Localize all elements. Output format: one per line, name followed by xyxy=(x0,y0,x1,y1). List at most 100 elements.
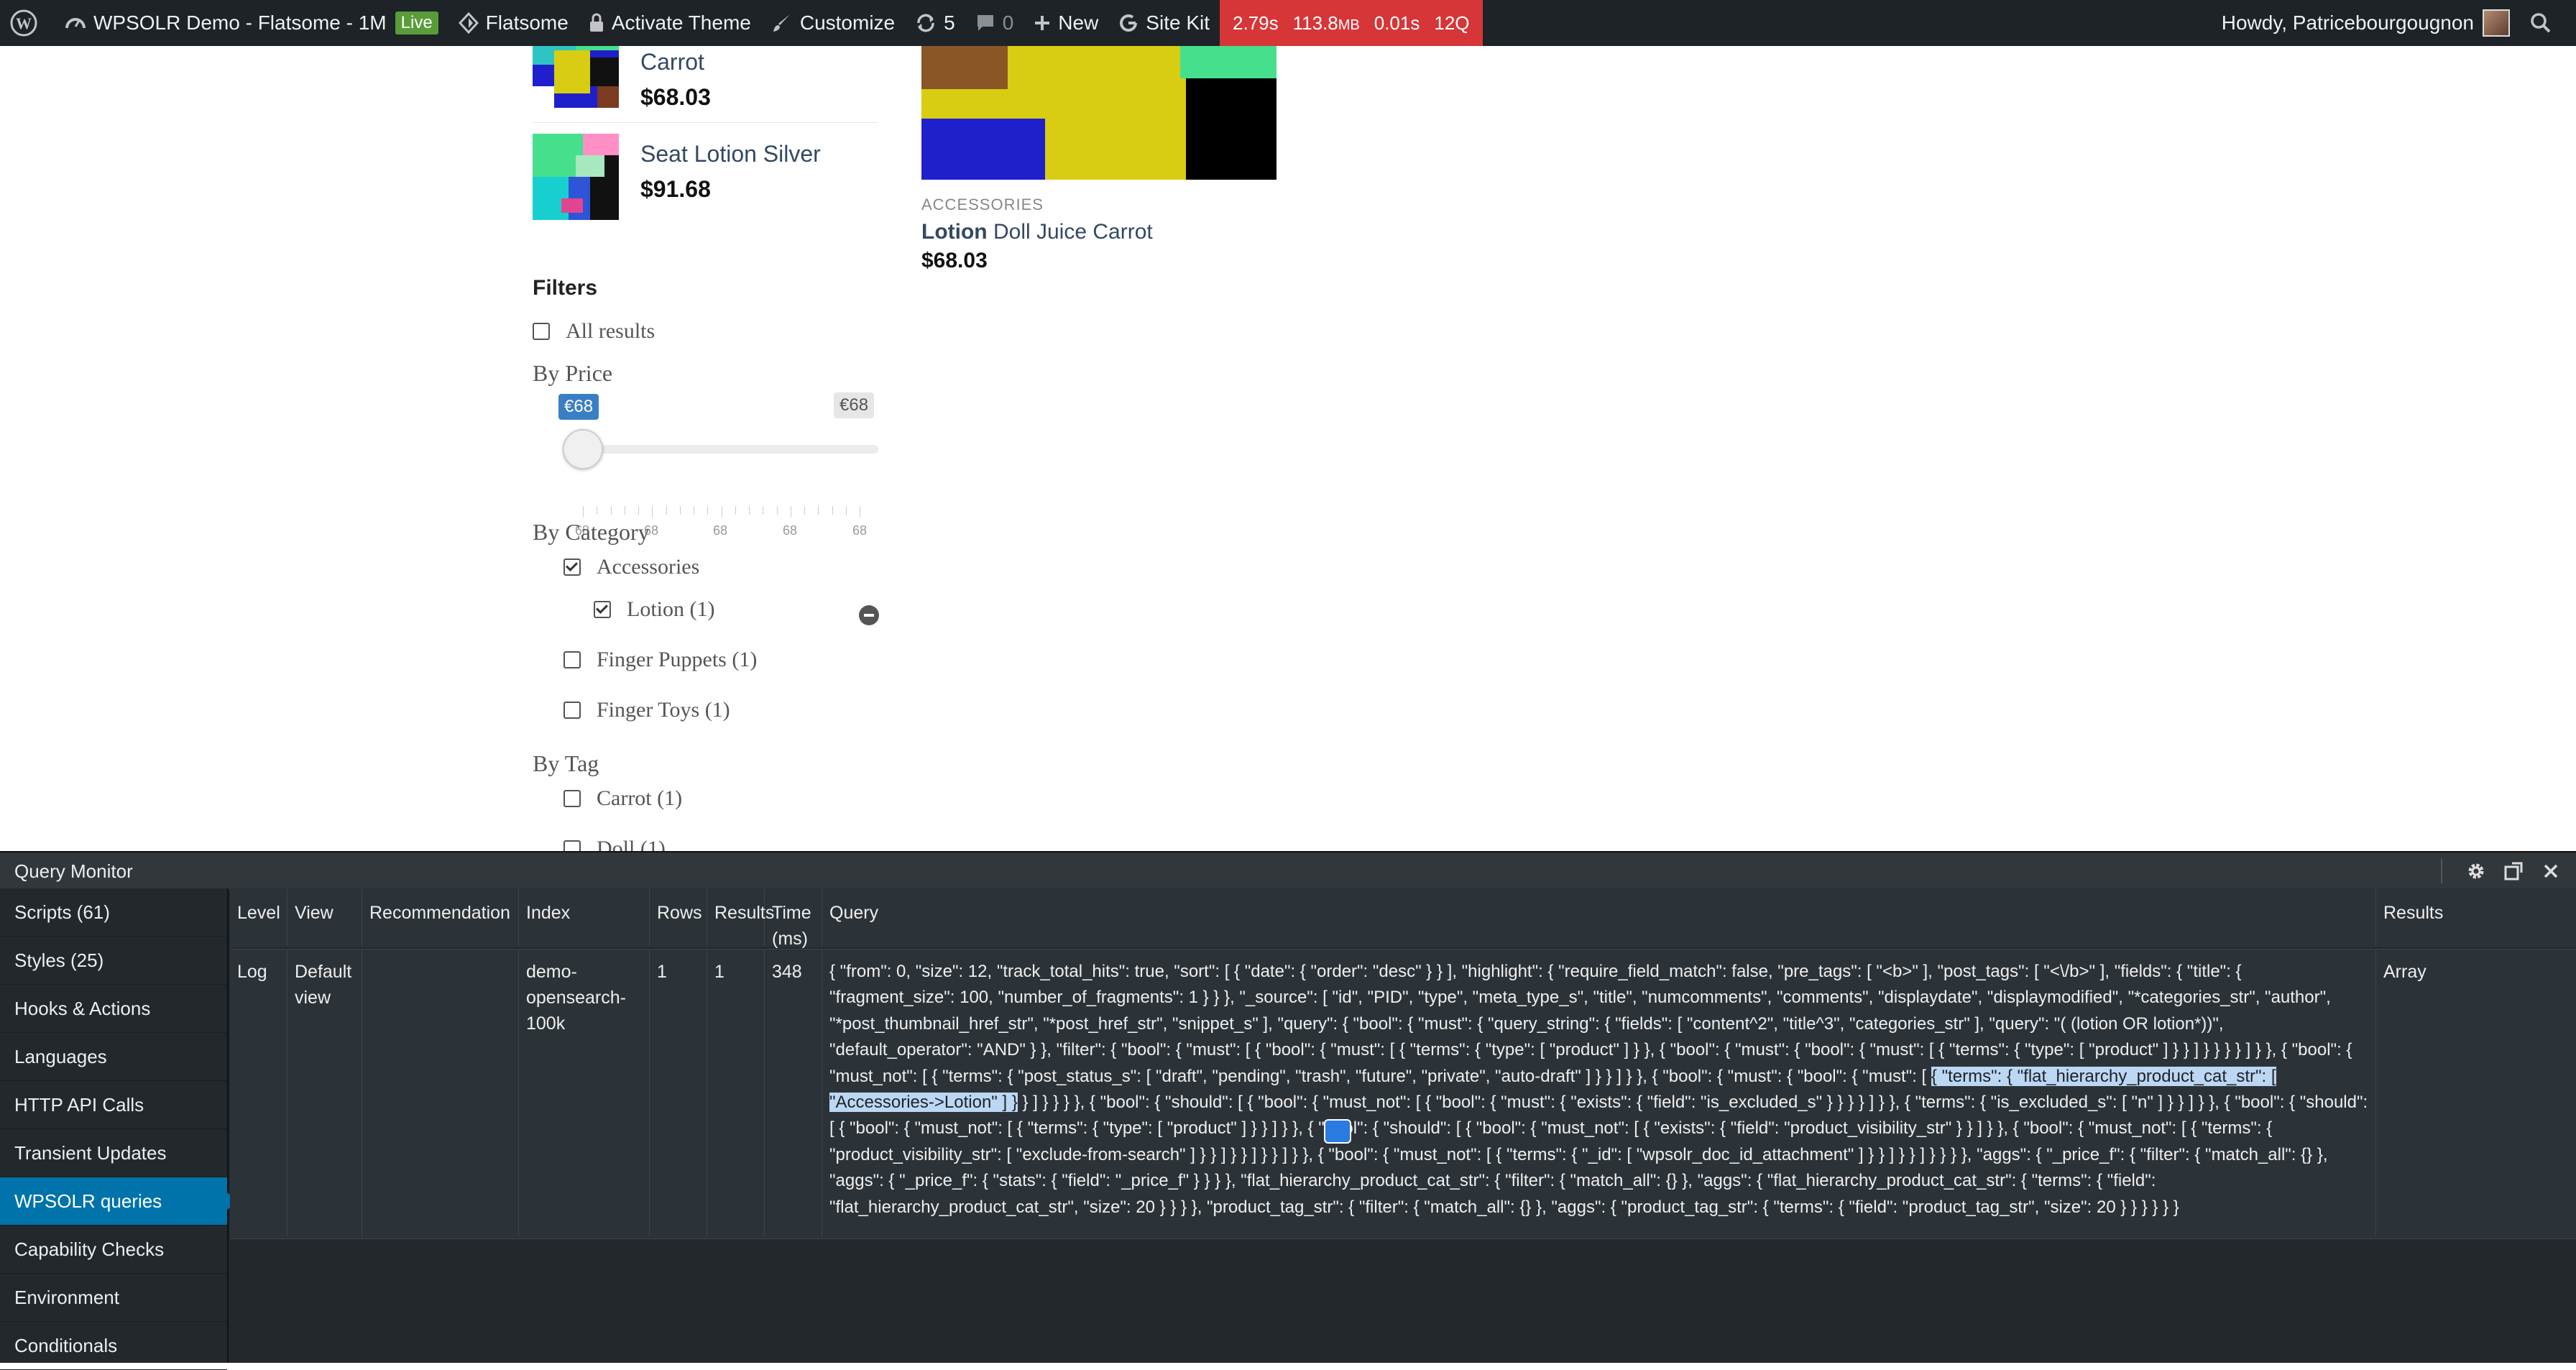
updates-link[interactable]: 5 xyxy=(905,0,965,46)
product-name[interactable]: Lotion Doll Juice Carrot xyxy=(921,220,1153,244)
tag-checkbox-carrot[interactable]: Carrot (1) xyxy=(564,786,682,811)
theme-label: Flatsome xyxy=(485,12,569,34)
theme-link[interactable]: Flatsome xyxy=(448,0,579,46)
howdy-label: Howdy, Patricebourgougnon xyxy=(2221,12,2474,34)
checkbox[interactable] xyxy=(564,790,581,807)
activate-theme-link[interactable]: Activate Theme xyxy=(579,0,761,46)
cell-time: 348 xyxy=(765,949,822,1236)
column-header-rows[interactable]: Rows xyxy=(650,888,707,946)
tick-label: 68 xyxy=(783,523,798,538)
query-monitor-perf-button[interactable]: 2.79s 113.8MB 0.01s 12Q xyxy=(1220,0,1483,46)
slider-tick xyxy=(845,506,847,515)
category-checkbox-finger-toys[interactable]: Finger Toys (1) xyxy=(564,698,730,722)
site-kit-link[interactable]: Site Kit xyxy=(1108,0,1220,46)
nav-item-environment[interactable]: Environment xyxy=(0,1274,227,1322)
search-button[interactable] xyxy=(2520,0,2576,46)
column-header-results-value[interactable]: Results xyxy=(2376,888,2563,946)
product-thumbnail[interactable] xyxy=(921,46,1276,180)
slider-tick xyxy=(818,506,819,515)
price-slider-track[interactable] xyxy=(566,445,878,454)
perf-memory: 113.8MB xyxy=(1292,12,1360,34)
my-account-link[interactable]: Howdy, Patricebourgougnon xyxy=(2212,0,2520,46)
nav-item-hooks[interactable]: Hooks & Actions xyxy=(0,985,227,1033)
pop-out-icon[interactable] xyxy=(2503,860,2524,882)
customize-label: Customize xyxy=(799,12,896,34)
lock-icon xyxy=(589,13,604,33)
customize-link[interactable]: Customize xyxy=(761,0,905,46)
wordpress-logo-button[interactable]: W xyxy=(0,0,55,46)
price-slider-handle[interactable] xyxy=(563,429,603,469)
cell-query[interactable]: { "from": 0, "size": 12, "track_total_hi… xyxy=(822,949,2376,1236)
nav-item-http-api[interactable]: HTTP API Calls xyxy=(0,1081,227,1129)
product-thumbnail[interactable] xyxy=(533,46,619,108)
category-filter-title: By Category xyxy=(533,519,650,545)
column-header-index[interactable]: Index xyxy=(519,888,650,946)
avatar xyxy=(2483,9,2510,37)
collapse-category-button[interactable] xyxy=(859,605,879,625)
close-icon[interactable] xyxy=(2540,860,2562,882)
cell-results: 1 xyxy=(707,949,765,1236)
cell-rows: 1 xyxy=(650,949,707,1236)
checkbox[interactable] xyxy=(564,840,581,851)
column-header-level[interactable]: Level xyxy=(230,888,288,946)
nav-item-transients[interactable]: Transient Updates xyxy=(0,1129,227,1177)
updates-count: 5 xyxy=(944,12,955,34)
product-name[interactable]: Carrot xyxy=(640,49,711,75)
all-results-checkbox[interactable]: All results xyxy=(533,319,655,344)
product-price: $68.03 xyxy=(921,249,988,272)
category-checkbox-finger-puppets[interactable]: Finger Puppets (1) xyxy=(564,648,757,672)
tick-label: 68 xyxy=(713,523,728,538)
new-content-link[interactable]: New xyxy=(1024,0,1108,46)
slider-tick xyxy=(638,506,639,515)
price-max-tag: €68 xyxy=(834,392,875,418)
slider-tick xyxy=(652,506,653,518)
admin-bar: W WPSOLR Demo - Flatsome - 1M Live Flats… xyxy=(0,0,2576,46)
product-item[interactable]: Carrot $68.03 xyxy=(533,46,878,111)
column-header-time[interactable]: Time (ms) xyxy=(765,888,822,949)
updates-icon xyxy=(915,12,937,34)
category-checkbox-accessories[interactable]: Accessories xyxy=(564,555,699,579)
activate-theme-label: Activate Theme xyxy=(611,12,751,34)
comments-count: 0 xyxy=(1002,12,1014,34)
slider-tick xyxy=(749,506,750,515)
nav-item-scripts[interactable]: Scripts (61) xyxy=(0,888,227,937)
nav-item-styles[interactable]: Styles (25) xyxy=(0,937,227,985)
site-name-link[interactable]: WPSOLR Demo - Flatsome - 1M Live xyxy=(55,0,448,46)
perf-queries: 12Q xyxy=(1434,12,1470,34)
slider-tick xyxy=(804,506,805,515)
google-g-icon xyxy=(1118,13,1138,33)
gear-icon[interactable] xyxy=(2465,860,2487,882)
checkbox[interactable] xyxy=(594,601,611,618)
comments-link[interactable]: 0 xyxy=(965,0,1024,46)
column-header-results[interactable]: Results xyxy=(707,888,774,946)
product-name[interactable]: Seat Lotion Silver xyxy=(640,141,821,167)
product-thumbnail[interactable] xyxy=(533,134,619,220)
column-header-view[interactable]: View xyxy=(288,888,362,946)
checkbox[interactable] xyxy=(564,651,581,668)
divider xyxy=(2441,859,2442,883)
checkbox[interactable] xyxy=(564,702,581,719)
category-checkbox-lotion[interactable]: Lotion (1) xyxy=(594,597,714,622)
live-badge: Live xyxy=(395,12,438,35)
checkbox[interactable] xyxy=(533,323,550,340)
product-item[interactable]: Seat Lotion Silver $91.68 xyxy=(533,134,878,220)
dashboard-icon xyxy=(65,12,86,34)
cell-view: Default view xyxy=(288,949,362,1236)
cell-results-value: Array xyxy=(2383,962,2426,982)
nav-item-wpsolr-queries[interactable]: WPSOLR queries xyxy=(0,1177,237,1226)
column-header-query[interactable]: Query xyxy=(822,888,2376,946)
perf-time: 2.79s xyxy=(1233,12,1279,34)
slider-tick xyxy=(610,506,612,515)
product-price: $68.03 xyxy=(640,84,711,110)
slider-tick xyxy=(583,506,584,518)
query-monitor-panel: Query Monitor Scripts (61) Styles (25) H… xyxy=(0,851,2576,1370)
checkbox[interactable] xyxy=(564,558,581,576)
cell-recommendation xyxy=(362,949,519,1236)
nav-item-capability-checks[interactable]: Capability Checks xyxy=(0,1226,227,1274)
translate-popup-icon[interactable] xyxy=(1325,1121,1350,1142)
tag-checkbox-doll[interactable]: Doll (1) xyxy=(564,837,666,851)
column-header-recommendation[interactable]: Recommendation xyxy=(362,888,519,946)
flatsome-icon xyxy=(458,12,479,34)
paintbrush-icon xyxy=(771,12,793,34)
nav-item-languages[interactable]: Languages xyxy=(0,1033,227,1081)
